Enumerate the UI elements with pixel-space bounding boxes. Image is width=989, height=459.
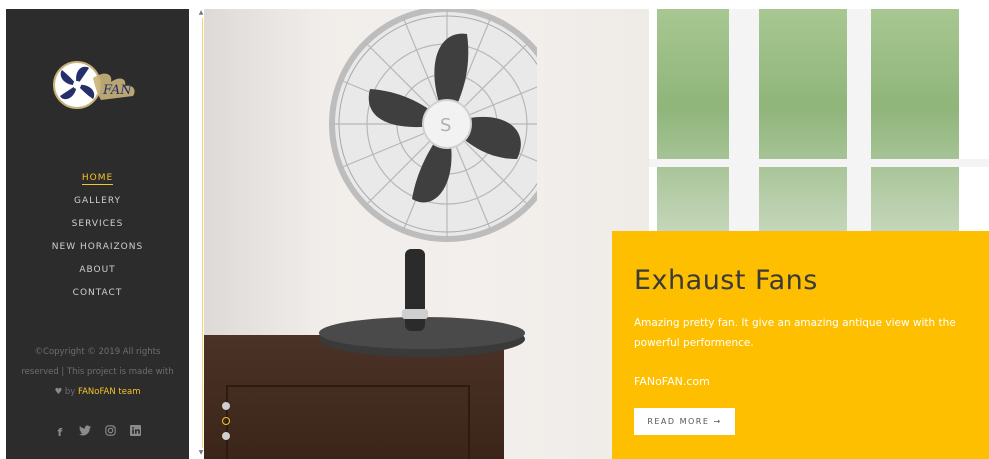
nav-about-label: ABOUT: [79, 265, 116, 275]
nav-services-label: SERVICES: [71, 219, 124, 229]
window-pane: [657, 9, 729, 254]
nav-home[interactable]: HOME: [6, 167, 189, 190]
window-pane: [759, 9, 847, 254]
nav-about[interactable]: ABOUT: [6, 259, 189, 282]
nav-home-label: HOME: [81, 173, 114, 185]
slider-dot-1[interactable]: [222, 402, 230, 410]
hero-window: [649, 9, 989, 254]
nav-gallery-label: GALLERY: [73, 196, 122, 206]
linkedin-icon[interactable]: [126, 425, 144, 441]
nav-new-horaizons[interactable]: NEW HORAIZONS: [6, 236, 189, 259]
copyright-line1: ©Copyright © 2019 All rights: [34, 347, 161, 357]
window-frame: [649, 159, 989, 167]
table-drawer: [226, 385, 470, 459]
copyright-by: by: [64, 387, 76, 397]
twitter-icon[interactable]: [76, 425, 94, 441]
heart-icon: ♥: [54, 387, 63, 397]
slider-dot-3[interactable]: [222, 432, 230, 440]
read-more-button[interactable]: READ MORE →: [634, 408, 735, 435]
slider-dots: [218, 397, 234, 447]
nav-contact-label: CONTACT: [72, 288, 123, 298]
slide-title: Exhaust Fans: [634, 265, 818, 296]
window-frame: [729, 9, 759, 254]
slide-description: Amazing pretty fan. It give an amazing a…: [634, 317, 956, 349]
slide-site: FANoFAN.com: [634, 375, 710, 388]
hero-slider: S Exhaust Fans Amazing pretty fan. It gi…: [204, 9, 989, 459]
social-links: f: [6, 421, 189, 441]
team-link[interactable]: FANoFAN team: [78, 387, 141, 397]
desk-fan-image: S: [319, 9, 537, 357]
nav-contact[interactable]: CONTACT: [6, 282, 189, 305]
svg-text:FAN: FAN: [102, 83, 132, 98]
slide-caption-card: Exhaust Fans Amazing pretty fan. It give…: [612, 231, 989, 459]
sidebar: FAN HOME GALLERY SERVICES NEW HORAIZONS …: [6, 9, 189, 459]
scrollbar-track[interactable]: [202, 18, 203, 448]
nav-services[interactable]: SERVICES: [6, 213, 189, 236]
svg-text:S: S: [440, 115, 451, 136]
copyright-line3: ♥ by FANoFAN team: [16, 382, 179, 402]
fan-logo[interactable]: FAN: [53, 56, 139, 114]
nav-gallery[interactable]: GALLERY: [6, 190, 189, 213]
instagram-icon[interactable]: [101, 425, 119, 441]
window-pane: [871, 9, 959, 254]
copyright: ©Copyright © 2019 All rights reserved | …: [16, 342, 179, 402]
slider-dot-2[interactable]: [222, 417, 230, 425]
copyright-line2: reserved | This project is made with: [21, 367, 174, 377]
main-nav: HOME GALLERY SERVICES NEW HORAIZONS ABOU…: [6, 167, 189, 305]
facebook-icon[interactable]: f: [51, 425, 69, 441]
nav-new-horaizons-label: NEW HORAIZONS: [51, 242, 144, 252]
window-frame: [847, 9, 871, 254]
